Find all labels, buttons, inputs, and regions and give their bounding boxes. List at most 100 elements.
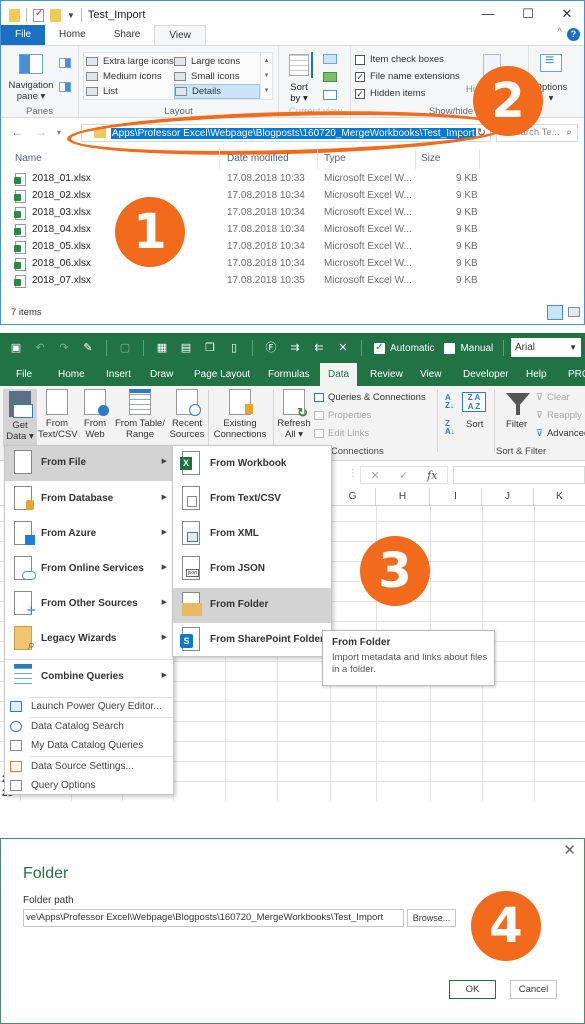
sort-z-to-a-icon[interactable]: Z A↓ — [445, 420, 455, 436]
from-text-csv-button[interactable]: From Text/CSV — [38, 389, 78, 440]
filter-button[interactable]: Filter — [506, 419, 527, 430]
tab-draw[interactable]: Draw — [142, 363, 181, 386]
menu-item-data-catalog-search[interactable]: Data Catalog Search — [5, 717, 173, 737]
layout-small-icons[interactable]: Small icons — [174, 69, 240, 84]
column-header-h[interactable]: H — [376, 488, 430, 506]
print-preview-icon[interactable]: ▢ — [119, 342, 131, 354]
tab-file[interactable]: File — [8, 363, 40, 386]
submenu-item-from-workbook[interactable]: From Workbook — [173, 447, 331, 482]
tab-share[interactable]: Share — [100, 25, 155, 45]
menu-item-data-source-settings[interactable]: Data Source Settings... — [5, 757, 173, 777]
redo-icon[interactable]: ↷ — [58, 342, 70, 354]
tab-page-layout[interactable]: Page Layout — [186, 363, 258, 386]
layout-large-icons[interactable]: Large icons — [174, 54, 240, 69]
folder-path-input[interactable]: ve\Apps\Professor Excel\Webpage\Blogpost… — [23, 909, 404, 927]
trace-dependents-icon[interactable]: ⇇ — [313, 342, 325, 354]
details-view-icon[interactable] — [547, 305, 563, 320]
collapse-ribbon-icon[interactable]: ^ — [557, 27, 562, 38]
forward-arrow-icon[interactable]: → — [35, 125, 47, 139]
sort-a-to-z-icon[interactable]: A Z↓ — [445, 394, 454, 410]
tab-developer[interactable]: Developer — [455, 363, 517, 386]
tab-help[interactable]: Help — [518, 363, 555, 386]
file-row[interactable]: 2018_06.xlsx 17.08.2018 10:34 Microsoft Ex… — [1, 256, 584, 273]
clear-filter-button[interactable]: ⊽ Clear — [536, 392, 570, 403]
column-header-k[interactable]: K — [534, 488, 585, 506]
help-icon[interactable]: ? — [567, 28, 580, 41]
file-row[interactable]: 2018_03.xlsx 17.08.2018 10:34 Microsoft Ex… — [1, 205, 584, 222]
properties-button[interactable]: Properties — [314, 410, 371, 421]
tab-formulas[interactable]: Formulas — [260, 363, 318, 386]
undo-icon[interactable]: ↶ — [34, 342, 46, 354]
submenu-item-from-folder[interactable]: From Folder — [173, 588, 331, 623]
search-input[interactable]: Search Te... ⌕ — [496, 124, 578, 142]
file-row[interactable]: 2018_05.xlsx 17.08.2018 10:34 Microsoft Ex… — [1, 239, 584, 256]
hide-selected-items-label[interactable]: Hi... — [466, 84, 483, 95]
tab-file[interactable]: File — [1, 25, 45, 45]
address-path-text[interactable]: Apps\Professor Excel\Webpage\Blogposts\1… — [111, 127, 476, 139]
filter-icon[interactable] — [506, 393, 530, 415]
layout-details[interactable]: Details — [174, 84, 260, 99]
cancel-button[interactable]: Cancel — [510, 980, 557, 999]
column-header-j[interactable]: J — [482, 488, 534, 506]
tab-data[interactable]: Data — [320, 363, 358, 386]
menu-item-my-data-catalog-queries[interactable]: My Data Catalog Queries — [5, 736, 173, 756]
formula-input[interactable] — [453, 466, 585, 484]
copy-icon[interactable]: ❐ — [204, 342, 216, 354]
menu-item-from-other-sources[interactable]: From Other Sources ▶ — [5, 587, 173, 622]
paste-values-icon[interactable]: ▤ — [180, 342, 192, 354]
menu-item-combine-queries[interactable]: Combine Queries ▶ — [5, 660, 173, 695]
edit-links-button[interactable]: Edit Links — [314, 428, 369, 439]
address-bar[interactable]: Apps\Professor Excel\Webpage\Blogposts\1… — [81, 124, 491, 142]
browse-button[interactable]: Browse... — [407, 909, 456, 927]
submenu-item-from-xml[interactable]: From XML — [173, 517, 331, 552]
hide-selected-items-icon[interactable] — [483, 54, 501, 76]
font-selector[interactable]: Arial ▼ — [511, 338, 581, 357]
sort-button[interactable]: Sort — [466, 419, 483, 430]
save-icon[interactable]: ▣ — [10, 342, 22, 354]
options-icon[interactable] — [540, 52, 562, 72]
menu-item-query-options[interactable]: Query Options — [5, 776, 173, 796]
customize-qat-icon[interactable]: ▼ — [67, 11, 75, 20]
checkbox[interactable]: ✓ — [355, 88, 365, 99]
back-arrow-icon[interactable]: ← — [11, 125, 23, 139]
column-date-modified[interactable]: Date modified — [227, 153, 289, 164]
column-size[interactable]: Size — [421, 153, 440, 164]
tab-insert[interactable]: Insert — [98, 363, 139, 386]
file-row[interactable]: 2018_07.xlsx 17.08.2018 10:35 Microsoft Ex… — [1, 273, 584, 290]
tab-pro[interactable]: PRO — [560, 363, 585, 386]
ok-button[interactable]: OK — [449, 980, 496, 999]
column-divider[interactable] — [479, 149, 480, 169]
close-button[interactable]: ✕ — [552, 6, 582, 22]
remove-arrows-icon[interactable]: ✕ — [337, 342, 349, 354]
menu-item-launch-power-query-editor[interactable]: Launch Power Query Editor... — [5, 697, 173, 717]
preview-pane-icon[interactable] — [59, 58, 71, 68]
minimize-button[interactable]: — — [473, 6, 503, 21]
sort-icon[interactable]: Z AA Z — [462, 392, 486, 412]
existing-connections-button[interactable]: Existing Connections — [212, 389, 268, 440]
large-icons-view-icon[interactable] — [568, 307, 580, 317]
close-icon[interactable]: ✕ — [563, 841, 576, 859]
cancel-icon[interactable]: ✕ — [371, 469, 380, 482]
column-header-i[interactable]: I — [430, 488, 482, 506]
tab-home[interactable]: Home — [50, 363, 93, 386]
trace-precedents-icon[interactable]: ⇉ — [289, 342, 301, 354]
camera-icon[interactable]: ▦ — [156, 342, 168, 354]
submenu-item-from-text-csv[interactable]: From Text/CSV — [173, 482, 331, 517]
new-folder-icon[interactable] — [50, 8, 61, 22]
recent-locations-icon[interactable]: ▾ — [57, 128, 61, 137]
layout-gallery-scroll[interactable]: ▴ ▾ ▾ — [260, 53, 272, 99]
layout-extra-large-icons[interactable]: Extra large icons — [86, 54, 174, 69]
file-row[interactable]: 2018_01.xlsx 17.08.2018 10:33 Microsoft Ex… — [1, 171, 584, 188]
tab-view[interactable]: View — [154, 25, 206, 45]
layout-medium-icons[interactable]: Medium icons — [86, 69, 162, 84]
format-painter-icon[interactable]: ✎ — [82, 342, 94, 354]
file-row[interactable]: 2018_04.xlsx 17.08.2018 10:34 Microsoft Ex… — [1, 222, 584, 239]
automatic-calculation-checkbox[interactable]: ✓ — [374, 342, 385, 354]
menu-item-from-azure[interactable]: From Azure ▶ — [5, 517, 173, 552]
checkbox[interactable]: ✓ — [355, 71, 365, 82]
refresh-all-button[interactable]: Refresh All ▾ — [276, 389, 312, 440]
column-divider[interactable] — [219, 149, 220, 169]
file-row[interactable]: 2018_02.xlsx 17.08.2018 10:34 Microsoft Ex… — [1, 188, 584, 205]
layout-list[interactable]: List — [86, 84, 118, 99]
from-web-button[interactable]: From Web — [80, 389, 110, 440]
